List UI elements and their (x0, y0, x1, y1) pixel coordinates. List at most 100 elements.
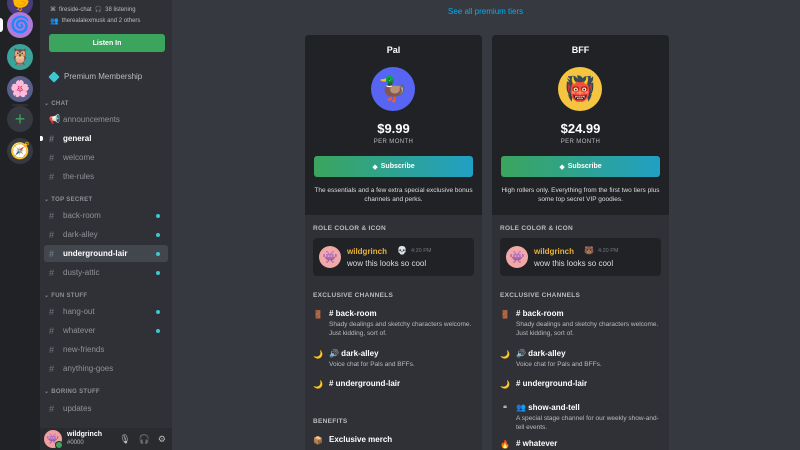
tier-card-bff: BFF 👹 $24.99 PER MONTH ◆ Subscribe High r… (492, 35, 669, 450)
listen-in-button[interactable]: Listen In (49, 34, 165, 52)
stage-info-line: ⌘ fireside-chat 🎧 38 listening (50, 6, 136, 14)
listening-count: 38 listening (105, 6, 136, 13)
premium-gem-icon (156, 309, 160, 314)
hash-icon: # (49, 325, 55, 336)
explore-compass-icon[interactable]: 🧭 (7, 138, 33, 164)
fire-icon: 🔥 (500, 439, 510, 449)
add-server-icon[interactable]: + (7, 106, 33, 132)
role-preview: 👾 wildgrinch 🐻 4:20 PM wow this looks so… (500, 238, 661, 276)
hash-icon: # (49, 267, 55, 278)
participants-text: therealalexmusk and 2 others (61, 18, 141, 24)
channel-dark-alley[interactable]: # dark-alley (44, 226, 168, 243)
channel-title: 🔊 dark-alley (516, 349, 566, 358)
hash-icon: # (49, 363, 55, 374)
tier-description: High rollers only. Everything from the f… (501, 187, 660, 203)
channel-general[interactable]: # general (40, 130, 168, 147)
category-chat[interactable]: ⌄ CHAT (44, 100, 69, 107)
channel-announcements[interactable]: 📢 announcements (44, 111, 168, 128)
channel-title: 👥 show-and-tell (516, 403, 580, 412)
server-icon[interactable]: 🌀 (7, 12, 33, 38)
avatar: 👾 (319, 246, 341, 268)
hash-icon: # (49, 152, 55, 163)
server-icon[interactable]: 🦉 (7, 44, 33, 70)
hash-icon: # (49, 306, 55, 317)
premium-gem-icon (156, 328, 160, 333)
premium-gem-icon (156, 232, 160, 237)
hash-icon: # (49, 403, 55, 414)
headphones-icon[interactable]: 🎧 (139, 434, 150, 445)
channel-sidebar: ⌘ fireside-chat 🎧 38 listening 👥 thereal… (40, 0, 172, 450)
channel-anything-goes[interactable]: # anything-goes (44, 360, 168, 377)
preview-username: wildgrinch (347, 247, 387, 256)
benefit-title: Exclusive merch (329, 435, 393, 444)
section-exclusive-channels: EXCLUSIVE CHANNELS (500, 292, 581, 299)
microphone-icon[interactable]: 🎙 (119, 434, 130, 445)
tier-card-pal: Pal 🦆 $9.99 PER MONTH ◆ Subscribe The ess… (305, 35, 482, 450)
stage-channel-name: fireside-chat (59, 6, 92, 13)
channel-description: Shady dealings and sketchy characters we… (516, 321, 659, 337)
preview-time: 4:20 PM (411, 248, 432, 254)
channel-back-room[interactable]: # back-room (44, 207, 168, 224)
hash-icon: # (49, 210, 55, 221)
channel-description: A special stage channel for our weekly s… (516, 415, 659, 431)
preview-message: wow this looks so cool (347, 259, 427, 268)
role-badge-icon: 💀 (397, 246, 407, 255)
gem-icon: ◆ (372, 163, 378, 171)
premium-membership-label: Premium Membership (64, 72, 143, 81)
unread-indicator (40, 136, 43, 141)
see-all-tiers-link[interactable]: See all premium tiers (448, 7, 523, 16)
section-exclusive-channels: EXCLUSIVE CHANNELS (313, 292, 394, 299)
door-icon: 🚪 (313, 309, 323, 319)
gem-icon: ◆ (559, 163, 565, 171)
premium-gem-icon (156, 213, 160, 218)
tier-monster-icon: 👹 (558, 67, 602, 111)
channel-description: Voice chat for Pals and BFFs. (516, 361, 602, 368)
preview-time: 4:20 PM (598, 248, 619, 254)
participant-avatars: 👥 (50, 18, 59, 25)
quote-icon: ❝ (502, 403, 508, 413)
premium-membership-link[interactable]: Premium Membership (48, 70, 143, 83)
channel-dusty-attic[interactable]: # dusty-attic (44, 264, 168, 281)
avatar: 👾 (506, 246, 528, 268)
subscribe-button[interactable]: ◆ Subscribe (501, 156, 660, 177)
username: wildgrinch (67, 431, 102, 438)
channel-the-rules[interactable]: # the-rules (44, 168, 168, 185)
avatar[interactable]: 👾 (44, 430, 63, 449)
stage-participants: 👥 therealalexmusk and 2 others (50, 17, 140, 25)
server-icon[interactable]: 🌸 (7, 76, 33, 102)
channel-updates[interactable]: # updates (44, 400, 168, 417)
gift-box-icon: 📦 (313, 435, 323, 445)
category-boring-stuff[interactable]: ⌄ BORING STUFF (44, 388, 100, 395)
channel-welcome[interactable]: # welcome (44, 149, 168, 166)
moon-icon: 🌙 (500, 379, 510, 389)
tier-period: PER MONTH (373, 139, 414, 145)
tier-duck-icon: 🦆 (371, 67, 415, 111)
tier-name: BFF (571, 45, 590, 55)
tier-period: PER MONTH (560, 139, 601, 145)
tier-name: Pal (386, 45, 401, 55)
channel-hang-out[interactable]: # hang-out (44, 303, 168, 320)
channel-underground-lair[interactable]: # underground-lair (44, 245, 168, 262)
channel-description: Voice chat for Pals and BFFs. (329, 361, 415, 368)
role-badge-icon: 🐻 (584, 246, 594, 255)
tier-price: $24.99 (560, 121, 601, 136)
channel-whatever[interactable]: # whatever (44, 322, 168, 339)
headphones-icon: 🎧 (94, 7, 103, 13)
category-top-secret[interactable]: ⌄ TOP SECRET (44, 196, 92, 203)
gear-icon[interactable]: ⚙ (158, 434, 166, 445)
megaphone-icon: 📢 (49, 114, 61, 124)
subscribe-button[interactable]: ◆ Subscribe (314, 156, 473, 177)
channel-title: # back-room (329, 309, 377, 318)
channel-title: 🔊 dark-alley (329, 349, 379, 358)
server-rail: 🐤 🌀 🦉 🌸 + 🧭 (0, 0, 40, 450)
channel-title: # underground-lair (516, 379, 588, 388)
preview-username: wildgrinch (534, 247, 574, 256)
selected-server-pill (0, 18, 3, 32)
channel-new-friends[interactable]: # new-friends (44, 341, 168, 358)
gem-icon (48, 70, 60, 83)
tier-price: $9.99 (377, 121, 410, 136)
app-window: 🐤 🌀 🦉 🌸 + 🧭 ⌘ fireside-chat 🎧 38 listeni… (0, 0, 800, 450)
channel-title: # back-room (516, 309, 564, 318)
category-fun-stuff[interactable]: ⌄ FUN STUFF (44, 292, 87, 299)
channel-title: # whatever (516, 439, 558, 448)
